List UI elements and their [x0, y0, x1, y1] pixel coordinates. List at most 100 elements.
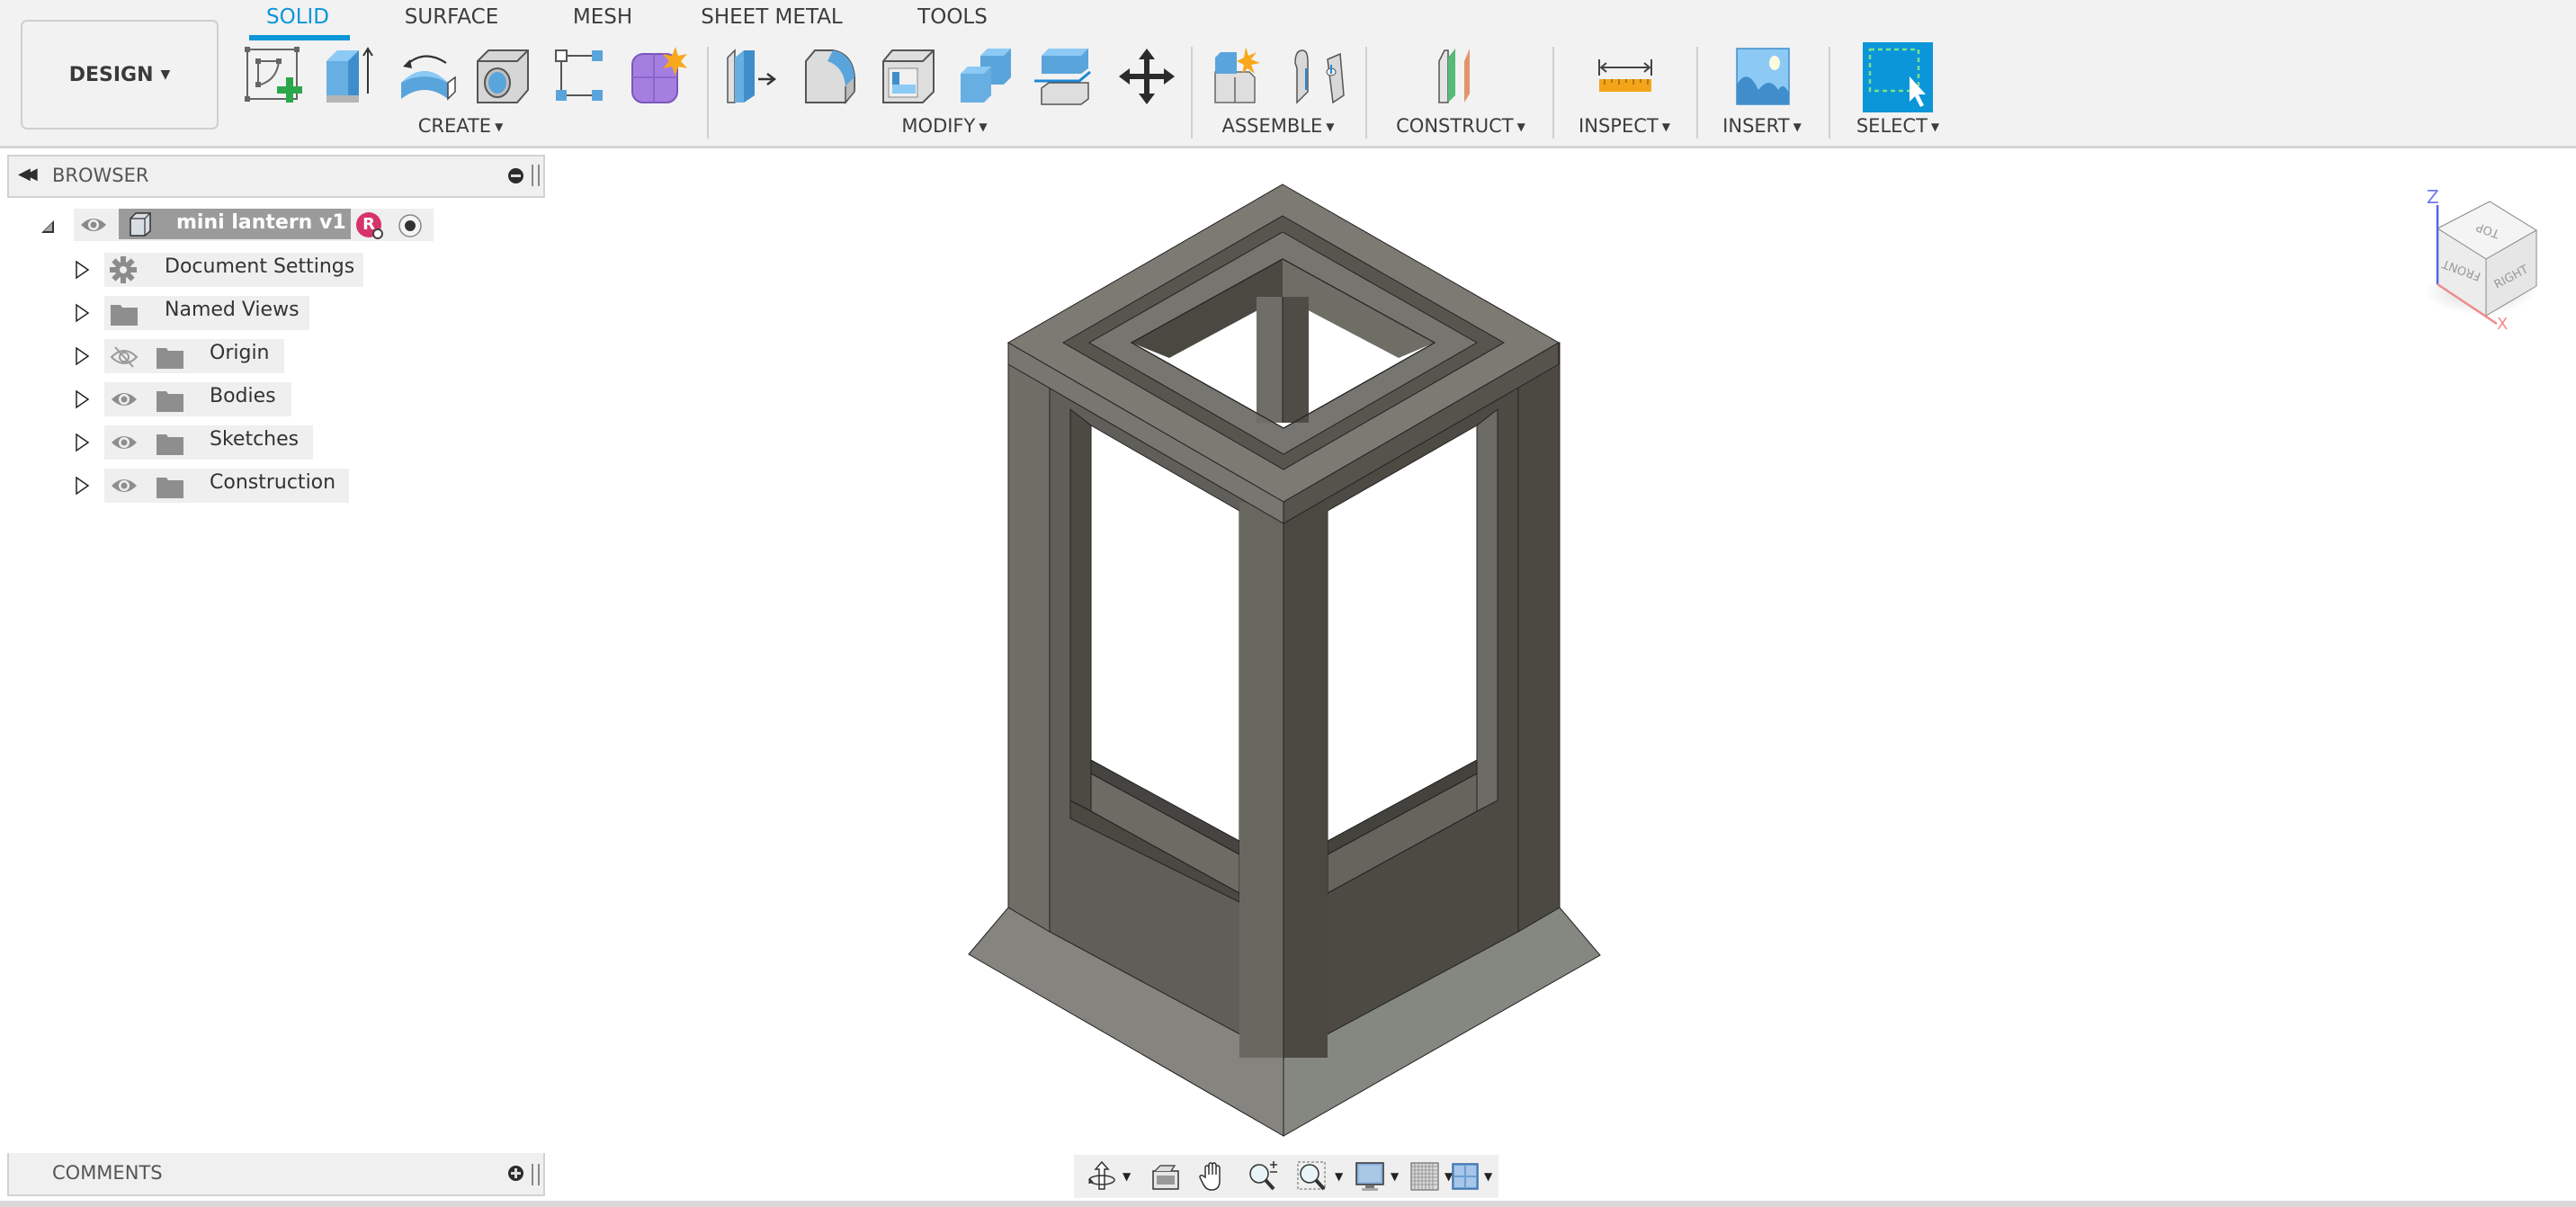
active-tab-indicator [249, 35, 350, 40]
left-window-reveal-left [1069, 407, 1092, 812]
panel-resize-handle[interactable] [532, 1164, 540, 1185]
measure-button[interactable] [1594, 45, 1657, 108]
tree-item-label[interactable]: Document Settings [165, 255, 354, 278]
modify-menu[interactable]: MODIFY ▼ [901, 115, 987, 137]
workspace-switcher-button[interactable]: DESIGN ▼ [21, 20, 219, 130]
hole-icon [477, 49, 529, 103]
expand-triangle-icon[interactable] [72, 260, 92, 280]
multiple-viewports-icon [1452, 1163, 1479, 1190]
fit-window-button[interactable]: ▼ [1297, 1160, 1343, 1193]
move-copy-button[interactable] [1115, 45, 1178, 108]
group-divider [1552, 47, 1554, 139]
extrude-icon [326, 47, 373, 103]
chevron-down-icon: ▼ [495, 121, 504, 133]
display-settings-button[interactable]: ▼ [1355, 1160, 1399, 1193]
pan-button[interactable] [1198, 1160, 1227, 1193]
assemble-menu[interactable]: ASSEMBLE ▼ [1221, 115, 1334, 137]
extrude-button[interactable] [319, 45, 382, 108]
move-icon [1119, 49, 1175, 104]
tree-item-label[interactable]: Sketches [210, 428, 299, 451]
press-pull-icon [727, 49, 777, 103]
look-at-button[interactable] [1151, 1160, 1180, 1193]
right-pillar-outer [1517, 342, 1561, 933]
pattern-button[interactable] [550, 45, 613, 108]
folder-icon [157, 391, 183, 412]
chevron-down-icon: ▼ [1793, 121, 1802, 133]
construct-menu[interactable]: CONSTRUCT ▼ [1396, 115, 1525, 137]
joint-button[interactable] [1288, 45, 1351, 108]
tab-tools[interactable]: TOOLS [917, 5, 988, 29]
eye-hidden-icon[interactable] [110, 345, 139, 369]
rectangular-pattern-icon [555, 49, 603, 101]
shell-button[interactable] [878, 45, 941, 108]
zoom-button[interactable] [1247, 1160, 1279, 1193]
insert-image-button[interactable] [1731, 45, 1794, 108]
tree-item-label[interactable]: Origin [210, 342, 270, 364]
select-menu[interactable]: SELECT ▼ [1856, 115, 1939, 137]
expand-triangle-icon[interactable] [72, 476, 92, 496]
collapse-panel-icon[interactable]: ◀◀ [18, 165, 38, 183]
create-form-button[interactable] [627, 45, 690, 108]
expand-triangle-icon[interactable] [72, 389, 92, 409]
press-pull-button[interactable] [722, 45, 785, 108]
tree-item-label[interactable]: Named Views [165, 299, 300, 321]
eye-icon[interactable] [79, 214, 108, 236]
orbit-icon [1088, 1160, 1115, 1190]
create-menu[interactable]: CREATE ▼ [418, 115, 504, 137]
select-icon [1863, 42, 1933, 112]
tree-item-label[interactable]: Bodies [210, 385, 276, 407]
expand-triangle-icon[interactable] [72, 433, 92, 452]
insert-menu[interactable]: INSERT ▼ [1722, 115, 1802, 137]
construct-plane-icon [1438, 49, 1470, 103]
expand-triangle-icon[interactable] [72, 303, 92, 323]
user-avatar-badge[interactable]: R [356, 212, 383, 239]
collapse-triangle-icon[interactable] [40, 219, 56, 235]
tab-sheet-metal[interactable]: SHEET METAL [701, 5, 843, 29]
browser-root-label[interactable]: mini lantern v1 [119, 209, 351, 239]
viewports-button[interactable]: ▼ [1452, 1160, 1492, 1193]
panel-resize-handle[interactable] [532, 165, 540, 186]
display-monitor-icon [1355, 1162, 1384, 1191]
hole-button[interactable] [472, 45, 535, 108]
combine-button[interactable] [955, 45, 1018, 108]
orbit-button[interactable]: ▼ [1087, 1160, 1131, 1193]
expand-triangle-icon[interactable] [72, 346, 92, 366]
fillet-button[interactable] [801, 45, 863, 108]
new-component-button[interactable] [1210, 45, 1273, 108]
chevron-down-icon: ▼ [1391, 1170, 1400, 1183]
viewcube[interactable]: TOP FRONT RIGHT Z X [2411, 176, 2545, 329]
fillet-icon [805, 49, 855, 105]
tab-solid[interactable]: SOLID [266, 5, 329, 29]
chevron-down-icon: ▼ [1930, 121, 1940, 133]
grid-snaps-button[interactable]: ▼ [1410, 1160, 1453, 1193]
shell-icon [882, 49, 935, 103]
z-axis-label: Z [2427, 186, 2439, 208]
eye-icon[interactable] [110, 475, 139, 496]
eye-icon[interactable] [110, 389, 139, 410]
pan-hand-icon [1199, 1162, 1221, 1191]
browser-title: BROWSER [52, 165, 149, 186]
create-sketch-button[interactable] [243, 45, 306, 108]
inspect-menu[interactable]: INSPECT ▼ [1579, 115, 1670, 137]
revolve-button[interactable] [396, 45, 459, 108]
chevron-down-icon: ▼ [1326, 121, 1335, 133]
add-comment-button[interactable] [508, 1166, 523, 1181]
lantern-model[interactable] [0, 148, 2576, 1151]
left-pillar-outer [1007, 342, 1051, 933]
zoom-window-icon [1297, 1161, 1326, 1191]
pin-panel-button[interactable] [508, 168, 523, 183]
split-body-button[interactable] [1034, 45, 1097, 108]
canvas-viewport[interactable] [0, 148, 2576, 1151]
folder-icon [157, 348, 183, 369]
offset-plane-button[interactable] [1430, 45, 1493, 108]
tab-surface[interactable]: SURFACE [405, 5, 498, 29]
activate-component-radio[interactable] [398, 213, 423, 238]
tab-mesh[interactable]: MESH [573, 5, 632, 29]
comments-panel: COMMENTS [7, 1153, 545, 1196]
joint-icon [1294, 49, 1345, 104]
select-button[interactable] [1863, 42, 1933, 112]
look-at-icon [1152, 1165, 1179, 1190]
tree-item-label[interactable]: Construction [210, 471, 335, 494]
group-divider [1696, 47, 1698, 139]
eye-icon[interactable] [110, 432, 139, 453]
